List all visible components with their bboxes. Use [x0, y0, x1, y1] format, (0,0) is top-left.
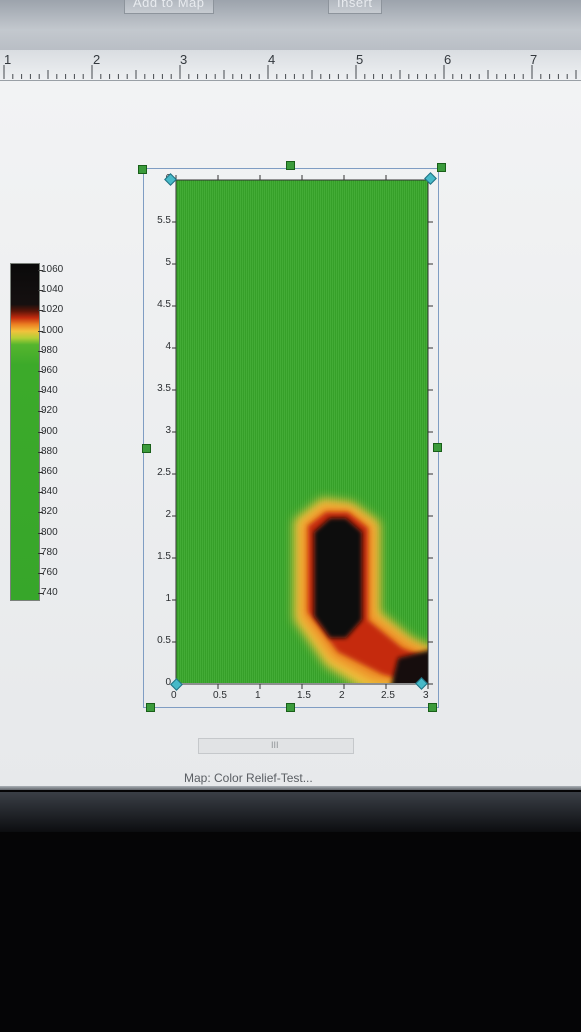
scrollbar-grip[interactable]: III — [271, 740, 279, 750]
resize-handle-top-center[interactable] — [286, 161, 295, 170]
legend-value-label: 940 — [41, 385, 58, 397]
resize-handle-bottom-left[interactable] — [146, 703, 155, 712]
legend-value-label: 920 — [41, 405, 58, 417]
toolbar: Add to Map Insert — [0, 0, 581, 50]
y-axis-tick-label: 3 — [165, 425, 171, 436]
resize-handle-bottom-center[interactable] — [286, 703, 295, 712]
ruler-number: 3 — [180, 52, 188, 67]
y-axis-tick-label: 2 — [165, 509, 171, 520]
y-axis-tick-label: 5.5 — [157, 215, 171, 226]
x-axis-tick-label: 2.5 — [381, 690, 395, 701]
status-bar-text: Map: Color Relief-Test... — [184, 771, 313, 785]
horizontal-scrollbar[interactable]: III — [198, 738, 354, 754]
x-axis-tick-label: 1.5 — [297, 690, 311, 701]
legend-value-label: 740 — [41, 587, 58, 599]
anomaly-overlay — [294, 498, 428, 683]
x-axis-tick-label: 0.5 — [213, 690, 227, 701]
ruler-number: 7 — [530, 52, 538, 67]
legend-value-label: 860 — [41, 466, 58, 477]
y-axis-tick-label: 1.5 — [157, 551, 171, 562]
x-axis-tick-label: 3 — [423, 690, 429, 701]
y-axis-tick-label: 2.5 — [157, 467, 171, 478]
legend-value-label: 840 — [41, 486, 58, 498]
ruler-number: 1 — [4, 52, 12, 67]
ruler-number: 4 — [268, 52, 276, 67]
resize-handle-top-right[interactable] — [437, 163, 446, 172]
y-axis-tick-label: 5 — [165, 257, 171, 268]
y-axis-tick-label: 0.5 — [157, 635, 171, 646]
legend-value-label: 1020 — [41, 304, 64, 316]
color-scale-legend — [10, 263, 40, 601]
y-axis-tick-label: 1 — [165, 593, 171, 604]
x-axis-tick-label: 0 — [171, 690, 177, 701]
ruler-number: 2 — [93, 52, 101, 67]
legend-value-label: 780 — [41, 546, 58, 558]
ruler-number: 6 — [444, 52, 452, 67]
legend-value-label: 800 — [41, 526, 58, 538]
horizontal-ruler: 1 2 3 4 5 6 7 — [0, 50, 581, 81]
resize-handle-middle-right[interactable] — [433, 443, 442, 452]
y-axis-tick-label: 4 — [165, 341, 171, 352]
legend-value-label: 760 — [41, 567, 58, 578]
screen-edge — [0, 786, 581, 790]
legend-value-label: 1000 — [41, 324, 64, 336]
legend-value-label: 1040 — [41, 284, 64, 296]
x-axis-tick-label: 1 — [255, 690, 261, 701]
legend-value-label: 980 — [41, 344, 58, 356]
y-axis-tick-label: 4.5 — [157, 299, 171, 310]
monitor-bezel — [0, 792, 581, 832]
legend-value-label: 880 — [41, 445, 58, 457]
color-relief-map[interactable] — [176, 180, 428, 683]
x-axis-tick-label: 2 — [339, 690, 345, 701]
ruler-number: 5 — [356, 52, 364, 67]
resize-handle-bottom-right[interactable] — [428, 703, 437, 712]
legend-value-label: 1060 — [41, 264, 64, 275]
legend-value-label: 900 — [41, 425, 58, 437]
resize-handle-top-left[interactable] — [138, 165, 147, 174]
insert-button[interactable]: Insert — [328, 0, 382, 14]
ruler-ticks — [3, 65, 577, 79]
legend-value-label: 960 — [41, 365, 58, 376]
resize-handle-middle-left[interactable] — [142, 444, 151, 453]
y-axis-tick-label: 3.5 — [157, 383, 171, 394]
legend-value-label: 820 — [41, 506, 58, 518]
add-to-map-button[interactable]: Add to Map — [124, 0, 214, 14]
anomaly-core — [314, 518, 362, 638]
screen: Add to Map Insert 1 2 3 4 5 6 7 1060 1040… — [0, 0, 581, 790]
